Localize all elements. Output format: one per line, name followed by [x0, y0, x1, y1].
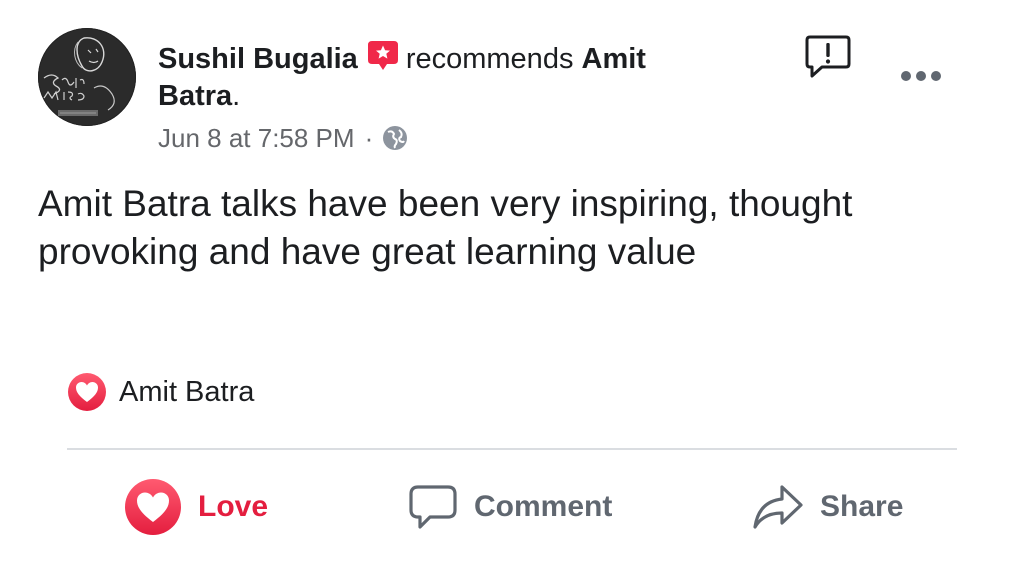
post-header: Sushil Bugalia recommends Amit — [158, 38, 718, 81]
comment-button[interactable]: Comment — [408, 478, 612, 536]
reaction-names: Amit Batra — [119, 375, 255, 408]
globe-icon[interactable] — [381, 124, 409, 160]
recommendation-badge-icon — [366, 38, 400, 81]
recommended-page-name[interactable]: Amit — [582, 43, 646, 75]
post-text: Amit Batra talks have been very inspirin… — [38, 183, 853, 272]
share-icon — [752, 483, 804, 531]
love-button[interactable]: Love — [124, 478, 268, 536]
post-header-line2: Batra. — [158, 78, 240, 114]
comment-icon — [408, 483, 458, 531]
share-label: Share — [820, 490, 904, 523]
reactions-summary[interactable]: Amit Batra — [67, 372, 254, 412]
author-name[interactable]: Sushil Bugalia — [158, 43, 358, 75]
author-avatar[interactable] — [38, 28, 136, 126]
post-meta: Jun 8 at 7:58 PM · — [158, 121, 409, 160]
love-reaction-icon — [67, 372, 107, 412]
love-label: Love — [198, 490, 269, 523]
actions-divider — [67, 448, 957, 450]
meta-separator: · — [364, 123, 374, 153]
report-icon[interactable] — [804, 32, 852, 80]
recommends-text: recommends — [405, 43, 574, 75]
love-icon — [124, 478, 182, 536]
avatar-chalk-drawing — [38, 28, 136, 126]
header-period: . — [232, 80, 241, 112]
recommendation-post: Sushil Bugalia recommends Amit Batra. Ju… — [0, 0, 1024, 573]
recommended-page-name-cont[interactable]: Batra — [158, 80, 232, 112]
more-options-icon[interactable] — [899, 68, 943, 84]
post-timestamp[interactable]: Jun 8 at 7:58 PM — [158, 123, 355, 153]
share-button[interactable]: Share — [752, 478, 903, 536]
comment-label: Comment — [474, 490, 613, 523]
